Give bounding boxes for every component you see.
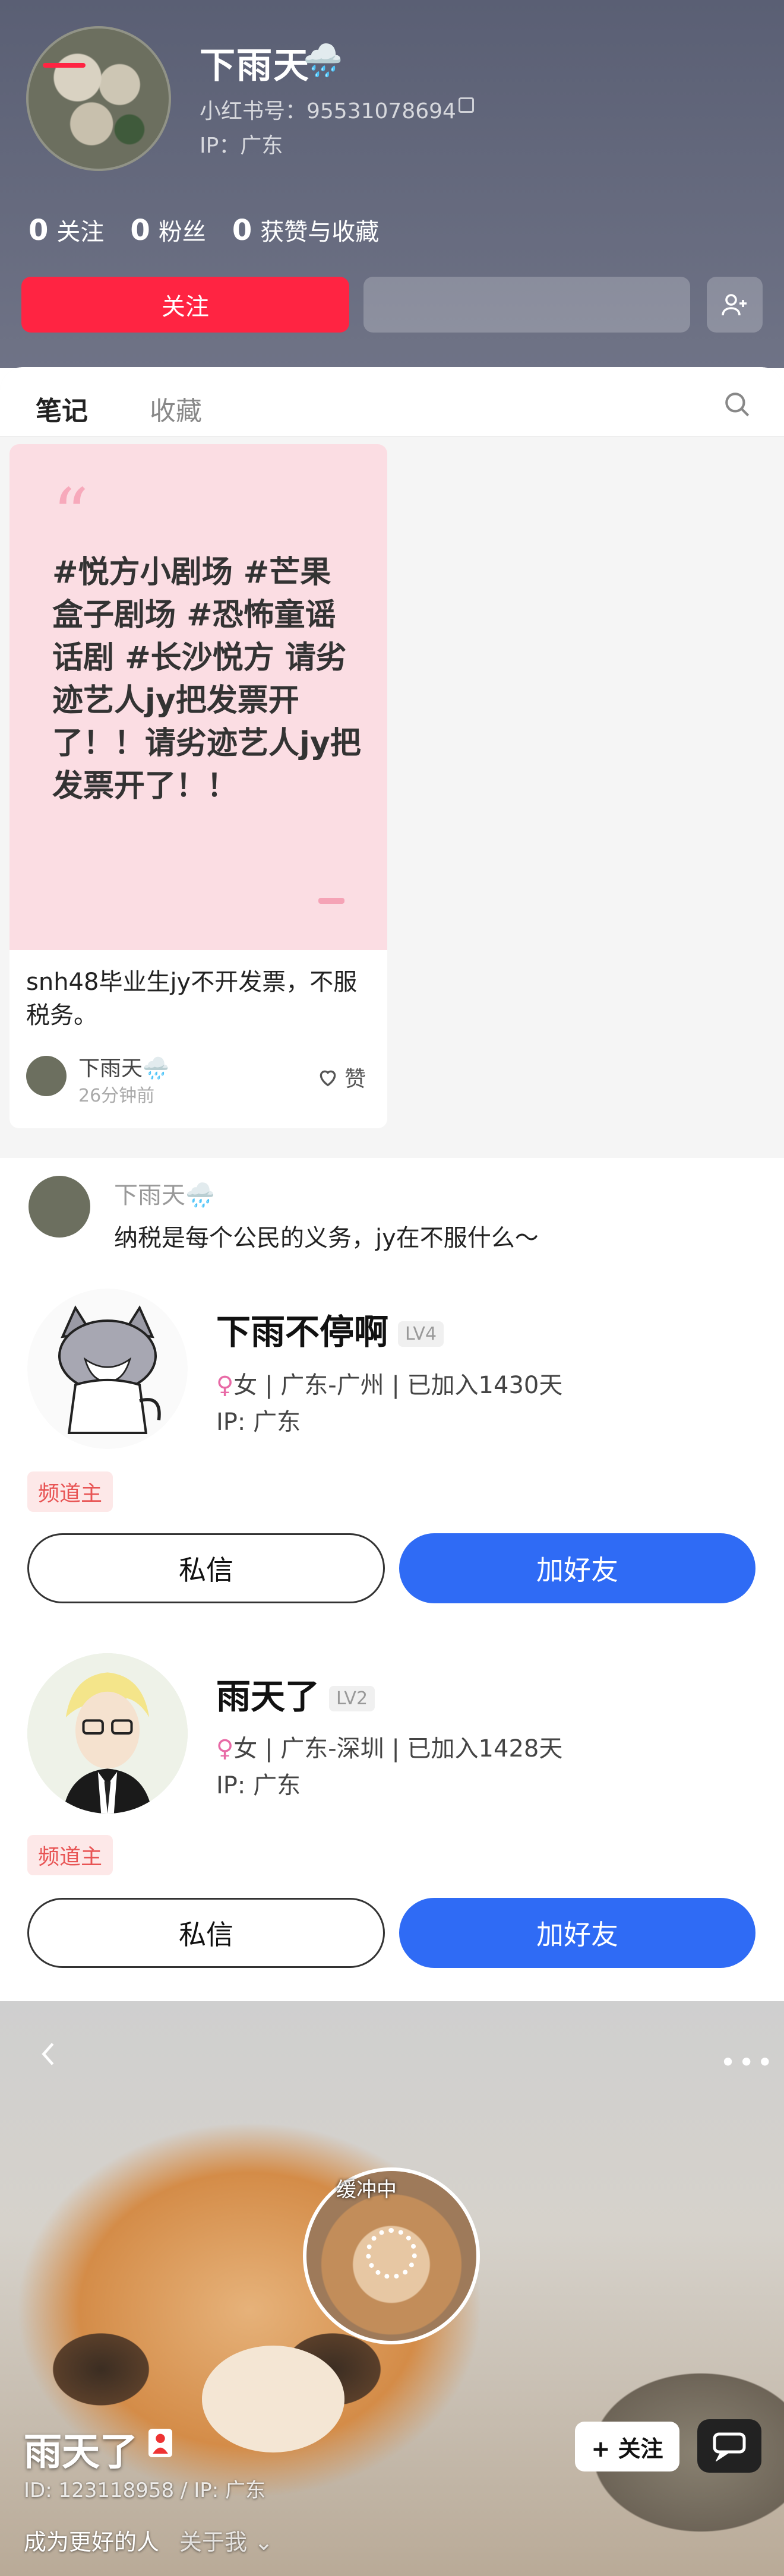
friend-avatar-1[interactable] xyxy=(27,1289,188,1449)
friend-name-1: 下雨不停啊 LV4 xyxy=(216,1304,444,1354)
comment-author[interactable]: 下雨天🌧️ xyxy=(114,1176,215,1210)
friend-level-1: LV4 xyxy=(398,1321,444,1347)
back-arrow-icon[interactable] xyxy=(36,2040,63,2068)
like-button[interactable]: 赞 xyxy=(316,1062,366,1093)
friend-avatar-2[interactable] xyxy=(27,1653,188,1814)
add-friend-button-1[interactable]: 加好友 xyxy=(399,1533,755,1603)
private-message-button-1[interactable]: 私信 xyxy=(27,1533,385,1603)
message-button[interactable] xyxy=(363,277,690,333)
note-cover: “ #悦方小剧场 #芒果盒子剧场 #恐怖童谣话剧 #长沙悦方 请劣迹艺人jy把发… xyxy=(10,444,387,950)
like-label: 赞 xyxy=(344,1067,366,1091)
buffering-text: 缓冲中 xyxy=(336,2178,397,2202)
video-profile-name: 雨天了 xyxy=(24,2431,138,2474)
note-author-avatar[interactable] xyxy=(26,1056,67,1096)
copy-icon[interactable] xyxy=(459,97,474,113)
comment-row xyxy=(0,1158,784,1271)
search-icon[interactable] xyxy=(722,390,752,419)
cat-avatar-icon xyxy=(27,1289,188,1449)
add-user-icon xyxy=(722,294,747,316)
tab-notes[interactable]: 笔记 xyxy=(36,390,88,428)
add-friend-button-2[interactable]: 加好友 xyxy=(399,1898,755,1968)
chat-button[interactable] xyxy=(697,2419,761,2473)
friend-info-1: ♀女 | 广东-广州 | 已加入1430天 xyxy=(216,1372,563,1399)
friend-ip-2: IP: 广东 xyxy=(216,1772,301,1799)
more-options-icon[interactable]: ••• xyxy=(720,2046,775,2078)
channel-owner-badge-1: 频道主 xyxy=(27,1471,113,1512)
video-profile-signature: 成为更好的人 xyxy=(24,2529,160,2555)
heart-icon xyxy=(320,1070,336,1087)
note-cover-text: #悦方小剧场 #芒果盒子剧场 #恐怖童谣话剧 #长沙悦方 请劣迹艺人jy把发票开… xyxy=(52,555,361,804)
red-id: 小红书号：95531078694 xyxy=(200,99,456,124)
about-me-link[interactable]: 关于我 ⌄ xyxy=(179,2524,273,2556)
friend-info-2: ♀女 | 广东-深圳 | 已加入1428天 xyxy=(216,1735,563,1762)
stat-followers[interactable]: 0 粉丝 xyxy=(130,213,206,247)
stat-likes[interactable]: 0 获赞与收藏 xyxy=(232,213,379,247)
video-profile-id: ID: 123118958 / IP: 广东 xyxy=(24,2479,266,2502)
tab-collections[interactable]: 收藏 xyxy=(150,390,202,428)
note-author[interactable]: 下雨天🌧️ xyxy=(78,1051,169,1082)
anime-avatar-icon xyxy=(27,1653,188,1814)
cover-dash xyxy=(318,898,344,904)
comment-avatar[interactable] xyxy=(29,1176,90,1238)
follow-button[interactable]: 关注 xyxy=(21,277,349,333)
female-icon: ♀ xyxy=(216,1735,234,1762)
quote-icon: “ xyxy=(52,474,89,556)
background-dog-image xyxy=(202,2346,344,2452)
profile-avatar[interactable] xyxy=(26,26,171,171)
profile-username: 下雨天 xyxy=(200,45,310,87)
active-tab-indicator xyxy=(43,63,86,68)
ip-location: IP：广东 xyxy=(200,134,283,158)
note-time: 26分钟前 xyxy=(78,1086,155,1106)
chat-bubble-icon xyxy=(713,2432,746,2461)
user-badge-icon xyxy=(148,2429,172,2457)
female-icon: ♀ xyxy=(216,1372,234,1399)
video-follow-button[interactable]: + 关注 xyxy=(575,2422,679,2471)
channel-owner-badge-2: 频道主 xyxy=(27,1835,113,1875)
friend-level-2: LV2 xyxy=(329,1686,375,1712)
add-user-button[interactable] xyxy=(707,277,763,333)
profile-stats: 0 关注 0 粉丝 0 获赞与收藏 xyxy=(29,213,379,247)
friend-ip-1: IP: 广东 xyxy=(216,1409,301,1436)
private-message-button-2[interactable]: 私信 xyxy=(27,1898,385,1968)
friend-name-2: 雨天了 LV2 xyxy=(216,1669,375,1719)
profile-tabs: 笔记 收藏 xyxy=(0,367,784,437)
comment-text: 纳税是每个公民的义务，jy在不服什么～ xyxy=(114,1224,539,1252)
note-title: snh48毕业生jy不开发票，不服税务。 xyxy=(26,969,358,1029)
stat-following[interactable]: 0 关注 xyxy=(29,213,104,247)
note-card[interactable]: “ #悦方小剧场 #芒果盒子剧场 #恐怖童谣话剧 #长沙悦方 请劣迹艺人jy把发… xyxy=(10,444,387,1128)
loading-spinner-icon xyxy=(366,2228,417,2279)
rain-cloud-emoji: 🌧️ xyxy=(303,42,343,79)
